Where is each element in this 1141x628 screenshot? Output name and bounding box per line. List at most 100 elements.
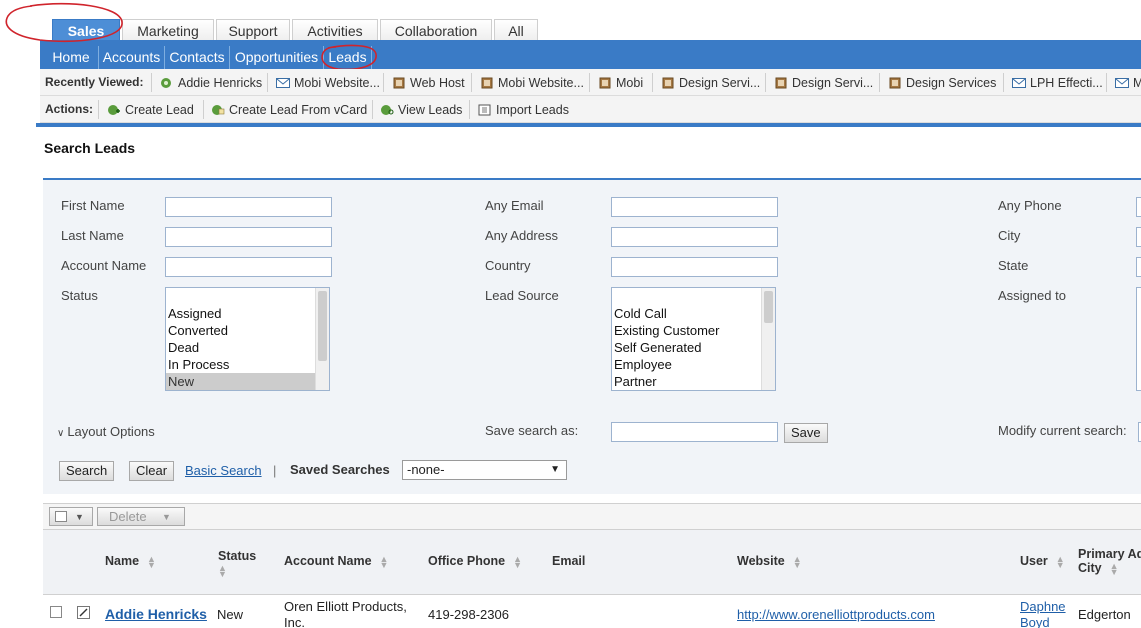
status-option[interactable]: Converted [166, 322, 329, 339]
opportunity-icon [662, 77, 674, 89]
any-phone-label: Any Phone [998, 198, 1062, 213]
module-tab-activities[interactable]: Activities [292, 19, 378, 41]
last-name-label: Last Name [61, 228, 124, 243]
last-name-input[interactable] [165, 227, 332, 247]
view-leads-button[interactable]: View Leads [380, 100, 462, 120]
module-tab-all[interactable]: All [494, 19, 538, 41]
separator [98, 100, 99, 119]
separator [471, 73, 472, 92]
email-icon [276, 78, 290, 88]
save-search-input[interactable] [611, 422, 778, 442]
first-name-input[interactable] [165, 197, 332, 217]
create-lead-icon [108, 105, 120, 115]
module-tab-support[interactable]: Support [216, 19, 290, 41]
column-name[interactable]: Name ▲ ▼ [105, 554, 156, 569]
lead-website-link[interactable]: http://www.orenelliottproducts.com [737, 607, 935, 622]
any-email-input[interactable] [611, 197, 778, 217]
column-email[interactable]: Email [552, 554, 585, 568]
save-search-button[interactable]: Save [784, 423, 828, 443]
lead-icon [161, 78, 171, 88]
sub-tab-contacts[interactable]: Contacts [165, 46, 230, 69]
status-scrollbar[interactable] [315, 288, 329, 390]
scrollbar-thumb[interactable] [764, 291, 773, 323]
column-status[interactable]: Status ▲ ▼ [218, 549, 256, 579]
scrollbar-thumb[interactable] [318, 291, 327, 361]
lead-source-option[interactable]: Partner [612, 373, 775, 390]
column-office-phone[interactable]: Office Phone ▲ ▼ [428, 554, 522, 569]
lead-name-link[interactable]: Addie Henricks [105, 606, 207, 622]
recent-item[interactable]: Mobi Website... [276, 73, 380, 93]
column-primary-address-city[interactable]: Primary Ad City ▲ ▼ [1078, 547, 1141, 575]
sub-tab-bar: Home Accounts Contacts Opportunities Lea… [40, 43, 1141, 69]
column-user[interactable]: User ▲ ▼ [1020, 554, 1065, 569]
basic-search-link[interactable]: Basic Search [185, 463, 262, 478]
sub-tab-home[interactable]: Home [44, 46, 99, 69]
recent-item[interactable]: LPH Effecti... [1012, 73, 1103, 93]
recent-item[interactable]: Design Services [888, 73, 996, 93]
status-option-selected[interactable]: New [166, 373, 315, 390]
status-option[interactable]: Dead [166, 339, 329, 356]
state-select[interactable] [1136, 257, 1141, 277]
recent-item[interactable]: Mobi Website... [480, 73, 584, 93]
saved-searches-select[interactable]: -none- ▼ [402, 460, 567, 480]
sub-tab-accounts[interactable]: Accounts [99, 46, 165, 69]
separator [203, 100, 204, 119]
assigned-to-label: Assigned to [998, 288, 1066, 303]
create-lead-button[interactable]: Create Lead [107, 100, 194, 120]
layout-options-toggle[interactable]: ∨ Layout Options [57, 424, 155, 439]
lead-source-listbox[interactable]: Cold Call Existing Customer Self Generat… [611, 287, 776, 391]
create-lead-from-vcard-button[interactable]: Create Lead From vCard [211, 100, 367, 120]
import-leads-button[interactable]: Import Leads [478, 100, 569, 120]
recent-item[interactable]: Mobi [598, 73, 643, 93]
status-option[interactable]: Assigned [166, 305, 329, 322]
row-checkbox[interactable] [50, 606, 62, 618]
country-input[interactable] [611, 257, 778, 277]
status-option[interactable]: In Process [166, 356, 329, 373]
any-email-label: Any Email [485, 198, 544, 213]
city-label: City [998, 228, 1021, 243]
column-account-name[interactable]: Account Name ▲ ▼ [284, 553, 389, 570]
results-header: Name ▲ ▼ Status ▲ ▼ Account Name ▲ ▼ Office Ph… [43, 530, 1141, 595]
search-button[interactable]: Search [59, 461, 115, 481]
module-tab-collaboration[interactable]: Collaboration [380, 19, 492, 41]
opportunity-icon [481, 77, 493, 89]
recent-item[interactable]: M [1115, 73, 1141, 93]
search-panel: First Name Last Name Account Name Status… [43, 178, 1141, 494]
lead-source-option[interactable]: Self Generated [612, 339, 775, 356]
lead-city: Edgerton [1078, 607, 1131, 622]
select-all-dropdown[interactable]: ▼ [49, 507, 93, 526]
sort-icon: ▲ ▼ [379, 553, 389, 570]
recent-item[interactable]: Web Host [392, 73, 465, 93]
lead-user-link[interactable]: Daphne Boyd [1020, 599, 1072, 628]
lead-status: New [217, 607, 244, 622]
status-listbox[interactable]: Assigned Converted Dead In Process New [165, 287, 330, 391]
account-name-input[interactable] [165, 257, 332, 277]
recent-item[interactable]: Addie Henricks [160, 73, 262, 93]
module-tab-marketing[interactable]: Marketing [122, 19, 214, 41]
lead-source-option[interactable]: Employee [612, 356, 775, 373]
separator [267, 73, 268, 92]
city-input[interactable] [1136, 227, 1141, 247]
sort-icon: ▲ ▼ [218, 562, 227, 579]
sort-icon: ▲ ▼ [792, 553, 802, 570]
any-address-input[interactable] [611, 227, 778, 247]
account-name-label: Account Name [61, 258, 147, 273]
lead-source-option[interactable]: Cold Call [612, 305, 775, 322]
lead-source-scrollbar[interactable] [761, 288, 775, 390]
sub-tab-opportunities[interactable]: Opportunities [230, 46, 324, 69]
any-phone-input[interactable] [1136, 197, 1141, 217]
recent-item[interactable]: Design Servi... [774, 73, 873, 93]
delete-button[interactable]: Delete ▼ [97, 507, 185, 526]
recently-viewed-label: Recently Viewed: [45, 75, 144, 89]
lead-source-option[interactable]: Existing Customer [612, 322, 775, 339]
module-tab-sales[interactable]: Sales [52, 19, 120, 41]
sub-tab-leads[interactable]: Leads [324, 46, 372, 69]
assigned-to-listbox[interactable] [1136, 287, 1141, 391]
recent-item[interactable]: Design Servi... [661, 73, 760, 93]
edit-icon[interactable] [77, 606, 90, 619]
column-website[interactable]: Website ▲ ▼ [737, 553, 802, 570]
view-leads-icon [381, 105, 394, 115]
saved-searches-label: Saved Searches [290, 462, 390, 477]
any-address-label: Any Address [485, 228, 558, 243]
clear-button[interactable]: Clear [129, 461, 175, 481]
